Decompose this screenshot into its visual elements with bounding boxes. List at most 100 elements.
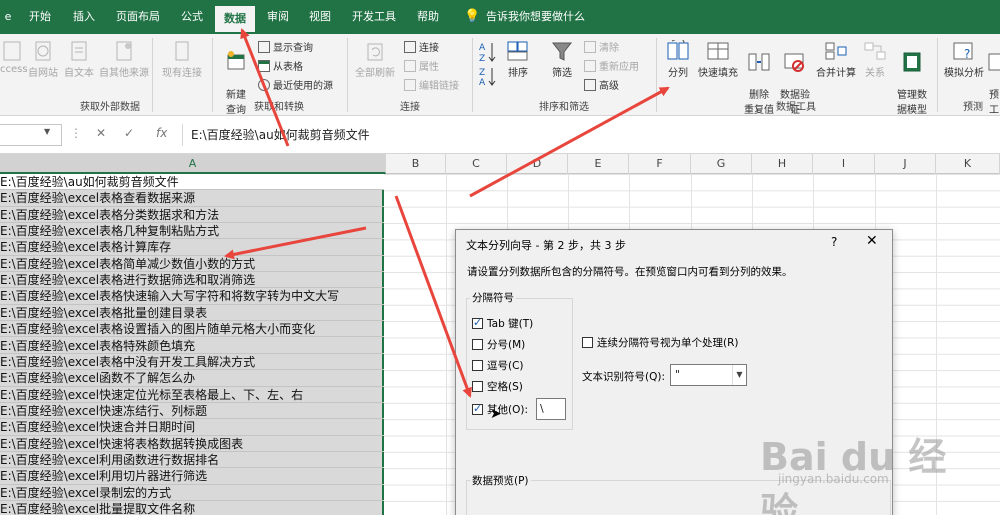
cell-a18[interactable]: E:\百度经验\excel利用函数进行数据排名 (0, 452, 384, 469)
chevron-down-icon[interactable]: ▼ (732, 365, 746, 385)
cell-a16[interactable]: E:\百度经验\excel快速合并日期时间 (0, 419, 384, 436)
tab-page-layout[interactable]: 页面布局 (112, 0, 164, 34)
column-header-g[interactable]: G (691, 154, 752, 174)
cell-a4[interactable]: E:\百度经验\excel表格几种复制粘贴方式 (0, 223, 384, 240)
cell-a17[interactable]: E:\百度经验\excel快速将表格数据转换成图表 (0, 436, 384, 452)
cell-a15[interactable]: E:\百度经验\excel快速冻结行、列标题 (0, 403, 384, 420)
access-button[interactable]: ccess (0, 40, 28, 75)
text-qualifier-select[interactable]: " ▼ (670, 364, 747, 386)
sort-icon (507, 41, 528, 61)
table-icon (258, 60, 270, 72)
tab-home[interactable]: 开始 (24, 0, 56, 34)
tab-view[interactable]: 视图 (304, 0, 336, 34)
formula-input[interactable]: E:\百度经验\au如何裁剪音频文件 (182, 124, 1000, 146)
filter-button[interactable]: 筛选 (546, 40, 578, 79)
relationships-button[interactable]: 关系 (860, 40, 890, 79)
text-qualifier-value: " (675, 368, 681, 381)
from-text-button[interactable]: 自文本 (62, 40, 96, 79)
from-web-button[interactable]: 自网站 (26, 40, 60, 79)
refresh-all-button[interactable]: 全部刷新 (352, 40, 398, 79)
cell-a7[interactable]: E:\百度经验\excel表格进行数据筛选和取消筛选 (0, 272, 384, 289)
insert-function-icon[interactable]: fx (156, 126, 167, 140)
cell-a13[interactable]: E:\百度经验\excel函数不了解怎么办 (0, 370, 384, 387)
tab-help[interactable]: 帮助 (412, 0, 444, 34)
column-header-k[interactable]: K (936, 154, 1000, 174)
data-model-icon (903, 52, 921, 72)
cell-a10[interactable]: E:\百度经验\excel表格设置插入的图片随单元格大小而变化 (0, 321, 384, 338)
other-delimiter-input[interactable]: \ (536, 398, 566, 420)
cell-a2[interactable]: E:\百度经验\excel表格查看数据来源 (0, 190, 384, 207)
tab-insert[interactable]: 插入 (68, 0, 100, 34)
column-header-i[interactable]: I (813, 154, 875, 174)
properties-button[interactable]: 属性 (404, 58, 439, 74)
connections-button[interactable]: 连接 (404, 39, 439, 55)
name-box[interactable] (0, 124, 62, 146)
existing-connections-button[interactable]: 现有连接 (158, 40, 206, 79)
cell-a3[interactable]: E:\百度经验\excel表格分类数据求和方法 (0, 207, 384, 224)
consolidate-button[interactable]: 合并计算 (814, 40, 858, 79)
separator (937, 38, 938, 112)
tab-formulas[interactable]: 公式 (176, 0, 208, 34)
column-headers: A B C D E F G H I J K (0, 154, 1000, 174)
cell-a5[interactable]: E:\百度经验\excel表格计算库存 (0, 239, 384, 256)
cell-a14[interactable]: E:\百度经验\excel快速定位光标至表格最上、下、左、右 (0, 387, 384, 403)
text-to-columns-button[interactable]: 分列 (662, 40, 694, 79)
cell-a1[interactable]: E:\百度经验\au如何裁剪音频文件 (0, 174, 384, 191)
cell-a21[interactable]: E:\百度经验\excel批量提取文件名称 (0, 501, 384, 515)
reapply-button[interactable]: 重新应用 (584, 58, 639, 74)
forecast-icon (988, 53, 1000, 71)
tab-review[interactable]: 审阅 (262, 0, 294, 34)
what-if-analysis-button[interactable]: ? 模拟分析 (942, 40, 986, 79)
semicolon-checkbox[interactable]: 分号(M) (472, 337, 525, 352)
column-header-c[interactable]: C (446, 154, 507, 174)
column-header-a[interactable]: A (0, 154, 386, 174)
flash-fill-button[interactable]: 快速填充 (696, 40, 740, 79)
advanced-filter-button[interactable]: 高级 (584, 77, 619, 93)
recent-sources-button[interactable]: 最近使用的源 (258, 77, 333, 93)
file-tab-edge[interactable]: e (0, 0, 16, 34)
baidu-watermark: Bai du 经验 jingyan.baidu.com (760, 420, 960, 515)
checkbox-icon (472, 360, 483, 371)
cancel-icon[interactable]: ✕ (96, 126, 106, 140)
from-other-sources-button[interactable]: 自其他来源 (98, 40, 150, 79)
help-icon[interactable]: ? (831, 235, 837, 249)
enter-icon[interactable]: ✓ (124, 126, 134, 140)
tab-checkbox[interactable]: Tab 键(T) (472, 316, 533, 331)
mouse-cursor-icon: ➤ (490, 406, 502, 422)
column-header-h[interactable]: H (752, 154, 813, 174)
cell-a9[interactable]: E:\百度经验\excel表格批量创建目录表 (0, 305, 384, 322)
consecutive-delimiters-checkbox[interactable]: 连续分隔符号视为单个处理(R) (582, 335, 739, 350)
delimiters-legend: 分隔符号 (470, 290, 516, 305)
show-queries-button[interactable]: 显示查询 (258, 39, 313, 55)
svg-text:A: A (479, 43, 486, 53)
cell-a19[interactable]: E:\百度经验\excel利用切片器进行筛选 (0, 468, 384, 485)
column-header-j[interactable]: J (875, 154, 936, 174)
sort-za-icon: ZA (479, 68, 496, 88)
column-header-b[interactable]: B (386, 154, 446, 174)
flash-fill-icon (707, 42, 729, 60)
cell-a11[interactable]: E:\百度经验\excel表格特殊颜色填充 (0, 338, 384, 354)
clear-filter-icon (584, 41, 596, 53)
close-icon[interactable]: ✕ (866, 233, 878, 249)
column-header-e[interactable]: E (568, 154, 629, 174)
cell-a20[interactable]: E:\百度经验\excel录制宏的方式 (0, 485, 384, 501)
tab-data[interactable]: 数据 (215, 6, 255, 34)
tell-me-search[interactable]: 告诉我你想要做什么 (486, 0, 586, 34)
cell-a12[interactable]: E:\百度经验\excel表格中没有开发工具解决方式 (0, 354, 384, 371)
column-header-d[interactable]: D (507, 154, 568, 174)
chevron-down-icon[interactable]: ▼ (44, 127, 50, 136)
cell-a8[interactable]: E:\百度经验\excel表格快速输入大写字符和将数字转为中文大写 (0, 288, 384, 305)
column-a-selection[interactable]: E:\百度经验\au如何裁剪音频文件 E:\百度经验\excel表格查看数据来源… (0, 174, 384, 515)
separator (347, 38, 348, 112)
space-checkbox[interactable]: 空格(S) (472, 379, 523, 394)
clear-filter-button[interactable]: 清除 (584, 39, 619, 55)
tab-developer[interactable]: 开发工具 (348, 0, 400, 34)
text-qualifier-label: 文本识别符号(Q): (582, 371, 665, 383)
comma-checkbox[interactable]: 逗号(C) (472, 358, 524, 373)
separator (656, 38, 657, 112)
sort-button[interactable]: 排序 (504, 40, 532, 79)
column-header-f[interactable]: F (629, 154, 691, 174)
from-table-button[interactable]: 从表格 (258, 58, 303, 74)
cell-a6[interactable]: E:\百度经验\excel表格简单减少数值小数的方式 (0, 256, 384, 273)
edit-links-button[interactable]: 编辑链接 (404, 77, 459, 93)
